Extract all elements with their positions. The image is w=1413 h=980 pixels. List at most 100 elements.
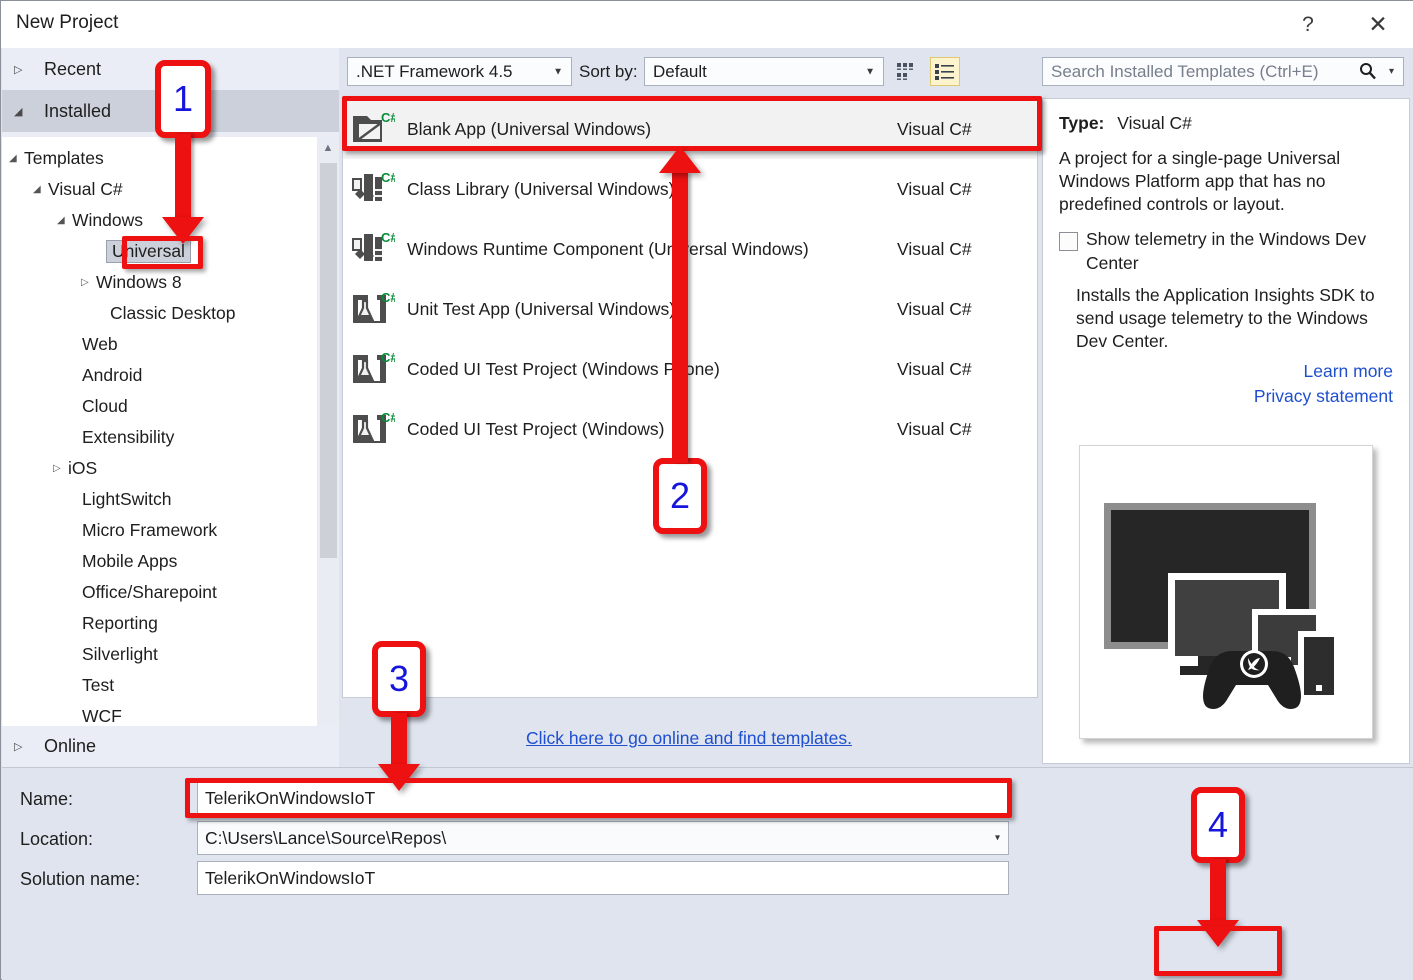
template-list[interactable]: C#Blank App (Universal Windows)Visual C#… (342, 98, 1038, 698)
tree-item-android[interactable]: Android (2, 360, 339, 391)
template-row[interactable]: C# Blank App (Universal Windows)Visual C# (343, 99, 1037, 159)
tree-item-visual-c-[interactable]: ◢Visual C# (2, 174, 339, 205)
tree-item-ios[interactable]: ▷iOS (2, 453, 339, 484)
tree-item-label: WCF (82, 706, 122, 727)
svg-text:C#: C# (381, 110, 395, 125)
name-label: Name: (20, 789, 73, 810)
chevron-right-icon[interactable]: ▷ (81, 277, 96, 288)
telemetry-checkbox-label: Show telemetry in the Windows Dev Center (1086, 228, 1393, 275)
template-row[interactable]: C#Coded UI Test Project (Windows)Visual … (343, 399, 1037, 459)
sort-by-label: Sort by: (579, 62, 638, 82)
learn-more-link[interactable]: Learn more (1059, 359, 1393, 384)
svg-text:C#: C# (381, 290, 395, 305)
tree-item-test[interactable]: Test (2, 670, 339, 701)
tree-item-label: Windows 8 (96, 272, 182, 293)
location-input[interactable]: C:\Users\Lance\Source\Repos\ ▾ (197, 821, 1009, 855)
project-form: Name: TelerikOnWindowsIoT Location: C:\U… (2, 767, 1413, 980)
tree-item-windows-8[interactable]: ▷Windows 8 (2, 267, 339, 298)
sidebar-item-label: Online (44, 736, 96, 757)
chevron-right-icon[interactable]: ▷ (53, 463, 68, 474)
new-project-dialog: New Project ? ✕ ▷ Recent ◢ Installed ◢Te… (0, 0, 1413, 980)
tree-item-classic-desktop[interactable]: Classic Desktop (2, 298, 339, 329)
tree-item-reporting[interactable]: Reporting (2, 608, 339, 639)
find-online-templates-link[interactable]: Click here to go online and find templat… (339, 728, 1039, 749)
tree-item-extensibility[interactable]: Extensibility (2, 422, 339, 453)
chevron-down-icon[interactable]: ▾ (995, 833, 1000, 844)
template-name: Coded UI Test Project (Windows Phone) (407, 359, 897, 380)
svg-text:C#: C# (381, 350, 395, 365)
template-row[interactable]: C# Unit Test App (Universal Windows)Visua… (343, 279, 1037, 339)
templates-toolbar: .NET Framework 4.5 ▼ Sort by: Default ▼ (339, 48, 1039, 95)
runtime-component-icon: C# (351, 230, 395, 268)
tree-item-label: Silverlight (82, 644, 158, 665)
tree-item-lightswitch[interactable]: LightSwitch (2, 484, 339, 515)
type-value: Visual C# (1117, 113, 1192, 133)
template-language: Visual C# (897, 299, 1037, 320)
tree-scrollbar[interactable]: ▲ ▼ (317, 137, 339, 769)
tree-item-cloud[interactable]: Cloud (2, 391, 339, 422)
tree-scroll-area: ◢Templates◢Visual C#◢WindowsUniversal▷Wi… (2, 137, 339, 769)
window-title: New Project (16, 12, 118, 34)
tree-item-universal[interactable]: Universal (2, 236, 339, 267)
sort-by-select[interactable]: Default ▼ (644, 57, 884, 86)
tree-item-web[interactable]: Web (2, 329, 339, 360)
tiles-view-icon[interactable] (892, 57, 922, 86)
privacy-statement-link[interactable]: Privacy statement (1059, 384, 1393, 409)
telemetry-checkbox-row[interactable]: Show telemetry in the Windows Dev Center (1059, 228, 1393, 275)
chevron-down-icon: ▼ (553, 66, 563, 77)
project-name-input[interactable]: TelerikOnWindowsIoT (197, 781, 1009, 815)
scroll-up-icon[interactable]: ▲ (317, 137, 339, 159)
sort-value: Default (653, 62, 707, 82)
tree-item-label: Visual C# (48, 179, 123, 200)
tree-item-micro-framework[interactable]: Micro Framework (2, 515, 339, 546)
template-description: A project for a single-page Universal Wi… (1059, 147, 1393, 216)
framework-version-select[interactable]: .NET Framework 4.5 ▼ (347, 57, 572, 86)
tree-item-label: Universal (106, 240, 191, 263)
sidebar-item-recent[interactable]: ▷ Recent (2, 48, 339, 90)
tree-item-templates[interactable]: ◢Templates (2, 143, 339, 174)
tree-item-label: Office/Sharepoint (82, 582, 217, 603)
chevron-down-icon[interactable]: ◢ (57, 215, 72, 226)
tree-item-silverlight[interactable]: Silverlight (2, 639, 339, 670)
location-row: Location: C:\Users\Lance\Source\Repos\ ▾ (2, 821, 1022, 861)
help-icon[interactable]: ? (1285, 1, 1331, 48)
tree-item-windows[interactable]: ◢Windows (2, 205, 339, 236)
template-name: Unit Test App (Universal Windows) (407, 299, 897, 320)
scrollbar-thumb[interactable] (320, 163, 337, 558)
template-language: Visual C# (897, 179, 1037, 200)
template-row[interactable]: C#Coded UI Test Project (Windows Phone)V… (343, 339, 1037, 399)
unit-test-icon: C# (351, 290, 395, 328)
template-language: Visual C# (897, 419, 1037, 440)
template-language: Visual C# (897, 119, 1037, 140)
tree-item-label: Web (82, 334, 118, 355)
search-icon[interactable] (1359, 62, 1377, 85)
chevron-right-icon: ▷ (14, 63, 44, 76)
search-placeholder: Search Installed Templates (Ctrl+E) (1051, 62, 1319, 82)
tree-item-mobile-apps[interactable]: Mobile Apps (2, 546, 339, 577)
blank-app-icon: C# (351, 110, 395, 148)
chevron-down-icon[interactable]: ▾ (1389, 66, 1394, 77)
svg-text:C#: C# (381, 170, 395, 185)
telemetry-checkbox[interactable] (1059, 232, 1078, 251)
sidebar-item-online[interactable]: ▷ Online (2, 726, 339, 767)
template-row[interactable]: C#Class Library (Universal Windows)Visua… (343, 159, 1037, 219)
solution-name-input[interactable]: TelerikOnWindowsIoT (197, 861, 1009, 895)
search-input[interactable]: Search Installed Templates (Ctrl+E) ▾ (1042, 57, 1404, 86)
close-icon[interactable]: ✕ (1355, 1, 1401, 48)
sidebar-item-label: Recent (44, 59, 101, 80)
tree-item-label: Cloud (82, 396, 128, 417)
tree-item-office-sharepoint[interactable]: Office/Sharepoint (2, 577, 339, 608)
location-label: Location: (20, 829, 93, 850)
template-preview-image (1079, 445, 1373, 739)
chevron-down-icon[interactable]: ◢ (33, 184, 48, 195)
tree-item-label: Windows (72, 210, 143, 231)
sidebar-item-label: Installed (44, 101, 111, 122)
list-view-icon[interactable] (930, 57, 960, 86)
chevron-down-icon[interactable]: ◢ (9, 153, 24, 164)
template-name: Blank App (Universal Windows) (407, 119, 897, 140)
chevron-right-icon: ▷ (14, 740, 44, 753)
templates-panel: .NET Framework 4.5 ▼ Sort by: Default ▼ (339, 48, 1039, 767)
templates-tree-panel: ▷ Recent ◢ Installed ◢Templates◢Visual C… (2, 48, 339, 767)
sidebar-item-installed[interactable]: ◢ Installed (2, 90, 339, 132)
template-row[interactable]: C#Windows Runtime Component (Universal W… (343, 219, 1037, 279)
